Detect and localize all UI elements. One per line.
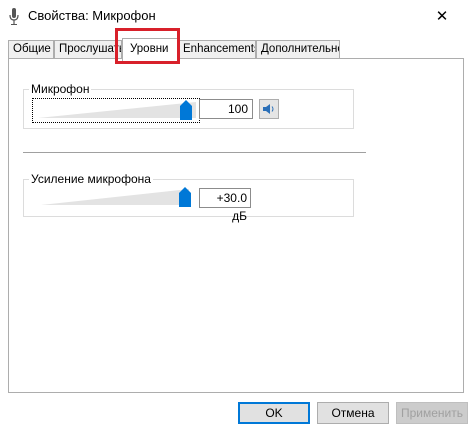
section-divider xyxy=(23,152,366,153)
tab-levels[interactable]: Уровни xyxy=(122,38,178,61)
tab-advanced[interactable]: Дополнительно xyxy=(256,40,340,59)
boost-label: Усиление микрофона xyxy=(29,172,153,186)
close-icon: ✕ xyxy=(435,8,449,25)
microphone-slider-track xyxy=(38,102,196,118)
dialog-footer: OK Отмена Применить xyxy=(0,393,474,441)
boost-level-field[interactable]: +30.0 дБ xyxy=(199,188,251,223)
microphone-slider[interactable] xyxy=(36,100,196,121)
tab-general[interactable]: Общие xyxy=(8,40,54,59)
microphone-icon xyxy=(9,8,19,25)
microphone-label: Микрофон xyxy=(29,82,92,96)
boost-slider-track xyxy=(41,189,189,205)
ok-button[interactable]: OK xyxy=(238,402,310,424)
mute-button[interactable] xyxy=(259,99,279,119)
tab-enhancements[interactable]: Enhancements xyxy=(178,40,256,59)
speaker-icon xyxy=(263,104,274,114)
apply-button[interactable]: Применить xyxy=(396,402,468,424)
boost-slider[interactable] xyxy=(39,187,196,208)
tab-listen[interactable]: Прослушать xyxy=(54,40,122,59)
tab-strip: Общие Прослушать Уровни Enhancements Доп… xyxy=(8,38,468,61)
microphone-slider-thumb[interactable] xyxy=(180,100,192,120)
close-button[interactable]: ✕ xyxy=(428,4,456,28)
window-title: Свойства: Микрофон xyxy=(28,8,156,23)
title-bar: Свойства: Микрофон ✕ xyxy=(0,0,474,32)
boost-slider-thumb[interactable] xyxy=(179,187,191,207)
microphone-level-field[interactable]: 100 xyxy=(199,99,253,119)
cancel-button[interactable]: Отмена xyxy=(317,402,389,424)
levels-panel: Микрофон 100 Усиление микрофона +30.0 дБ xyxy=(8,58,464,393)
